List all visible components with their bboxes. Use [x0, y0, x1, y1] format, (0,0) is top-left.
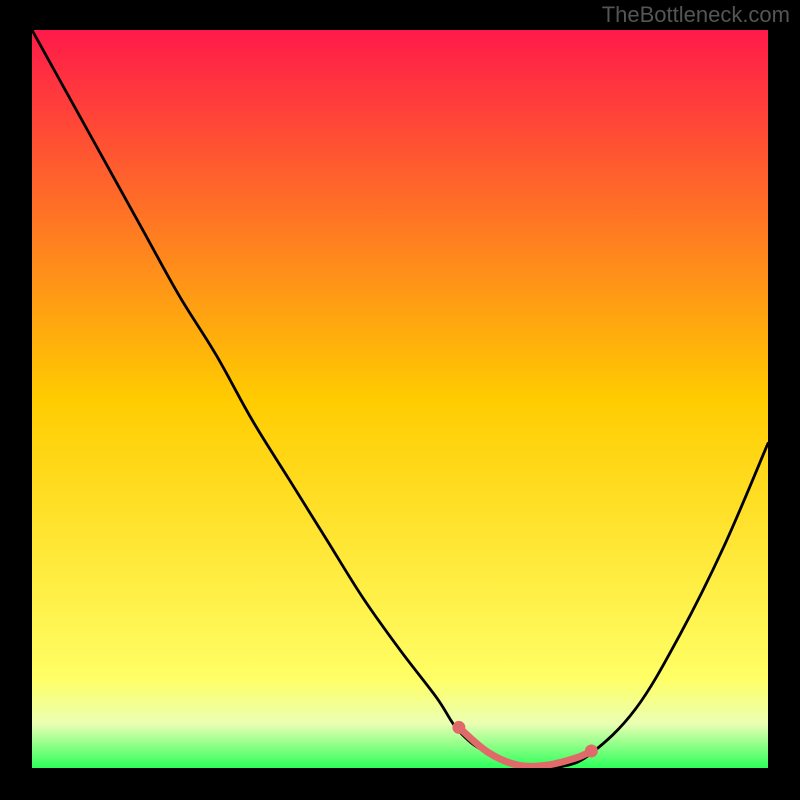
gradient-background	[32, 30, 768, 768]
chart-container: TheBottleneck.com	[0, 0, 800, 800]
watermark-text: TheBottleneck.com	[602, 2, 790, 28]
highlight-dot	[452, 721, 465, 734]
plot-area	[32, 30, 768, 768]
chart-svg	[32, 30, 768, 768]
highlight-dot	[585, 745, 598, 758]
